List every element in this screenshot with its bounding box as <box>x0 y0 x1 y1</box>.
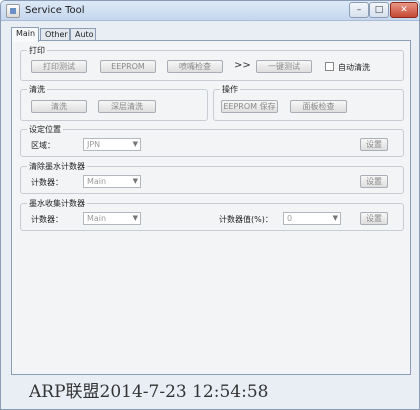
arrows-indicator: >> <box>234 60 251 71</box>
print-group: 打印 打印测试 EEPROM 喷嘴检查 >> 一键测试 自动清洗 <box>20 45 404 81</box>
eeprom-button[interactable]: EEPROM <box>100 60 156 73</box>
clean-group: 清洗 清洗 深层清洗 <box>20 84 208 121</box>
ink-counter-group-title: 清除墨水计数器 <box>27 161 87 172</box>
deep-clean-button[interactable]: 深层清洗 <box>98 100 156 113</box>
waste-counter-value-select-value: 0 <box>287 214 293 223</box>
ink-counter-label: 计数器： <box>31 178 63 187</box>
region-set-button[interactable]: 设置 <box>360 138 388 151</box>
chevron-down-icon: ▼ <box>132 140 138 148</box>
operation-group-title: 操作 <box>220 84 240 95</box>
waste-counter-group-title: 墨水收集计数器 <box>27 198 87 209</box>
auto-clean-label: 自动清洗 <box>338 63 370 72</box>
chevron-down-icon: ▼ <box>132 177 138 185</box>
ink-counter-select[interactable]: Main ▼ <box>83 175 141 188</box>
waste-counter-value-label: 计数器值(%)： <box>219 215 273 224</box>
print-group-title: 打印 <box>27 45 47 56</box>
service-tool-window: Service Tool – □ ✕ Main Other Auto 打印 打印… <box>0 0 420 410</box>
print-test-button[interactable]: 打印测试 <box>31 60 87 73</box>
ink-counter-group: 清除墨水计数器 计数器： Main ▼ 设置 <box>20 161 404 194</box>
region-select[interactable]: JPN ▼ <box>83 138 141 151</box>
one-key-test-button[interactable]: 一键测试 <box>256 60 312 73</box>
watermark-text: ARP联盟2014-7-23 12:54:58 <box>29 382 269 402</box>
nozzle-check-button[interactable]: 喷嘴检查 <box>167 60 223 73</box>
clean-button[interactable]: 清洗 <box>31 100 87 113</box>
app-icon <box>6 4 20 18</box>
panel-check-button[interactable]: 面板检查 <box>290 100 347 113</box>
waste-counter-select[interactable]: Main ▼ <box>83 212 141 225</box>
waste-counter-select-value: Main <box>87 214 107 223</box>
region-select-value: JPN <box>87 140 101 149</box>
chevron-down-icon: ▼ <box>132 214 138 222</box>
waste-counter-value-select[interactable]: 0 ▼ <box>283 212 341 225</box>
title-bar: Service Tool – □ ✕ <box>1 1 419 21</box>
waste-counter-group: 墨水收集计数器 计数器： Main ▼ 计数器值(%)： 0 ▼ 设置 <box>20 198 404 231</box>
chevron-down-icon: ▼ <box>332 214 338 222</box>
destination-group: 设定位置 区域： JPN ▼ 设置 <box>20 124 404 157</box>
ink-counter-set-button[interactable]: 设置 <box>360 175 388 188</box>
window-title: Service Tool <box>25 5 85 16</box>
region-label: 区域： <box>31 141 55 150</box>
auto-clean-checkbox[interactable] <box>325 62 334 71</box>
waste-counter-set-button[interactable]: 设置 <box>360 212 388 225</box>
main-tab-panel: 打印 打印测试 EEPROM 喷嘴检查 >> 一键测试 自动清洗 清洗 清洗 深… <box>11 40 411 375</box>
minimize-button[interactable]: – <box>349 2 369 18</box>
waste-counter-label: 计数器： <box>31 215 63 224</box>
maximize-button[interactable]: □ <box>369 2 389 18</box>
operation-group: 操作 EEPROM 保存 面板检查 <box>213 84 404 121</box>
tab-main[interactable]: Main <box>11 27 39 42</box>
eeprom-save-button[interactable]: EEPROM 保存 <box>221 100 278 113</box>
clean-group-title: 清洗 <box>27 84 47 95</box>
destination-group-title: 设定位置 <box>27 124 63 135</box>
ink-counter-select-value: Main <box>87 177 107 186</box>
close-button[interactable]: ✕ <box>390 2 418 18</box>
